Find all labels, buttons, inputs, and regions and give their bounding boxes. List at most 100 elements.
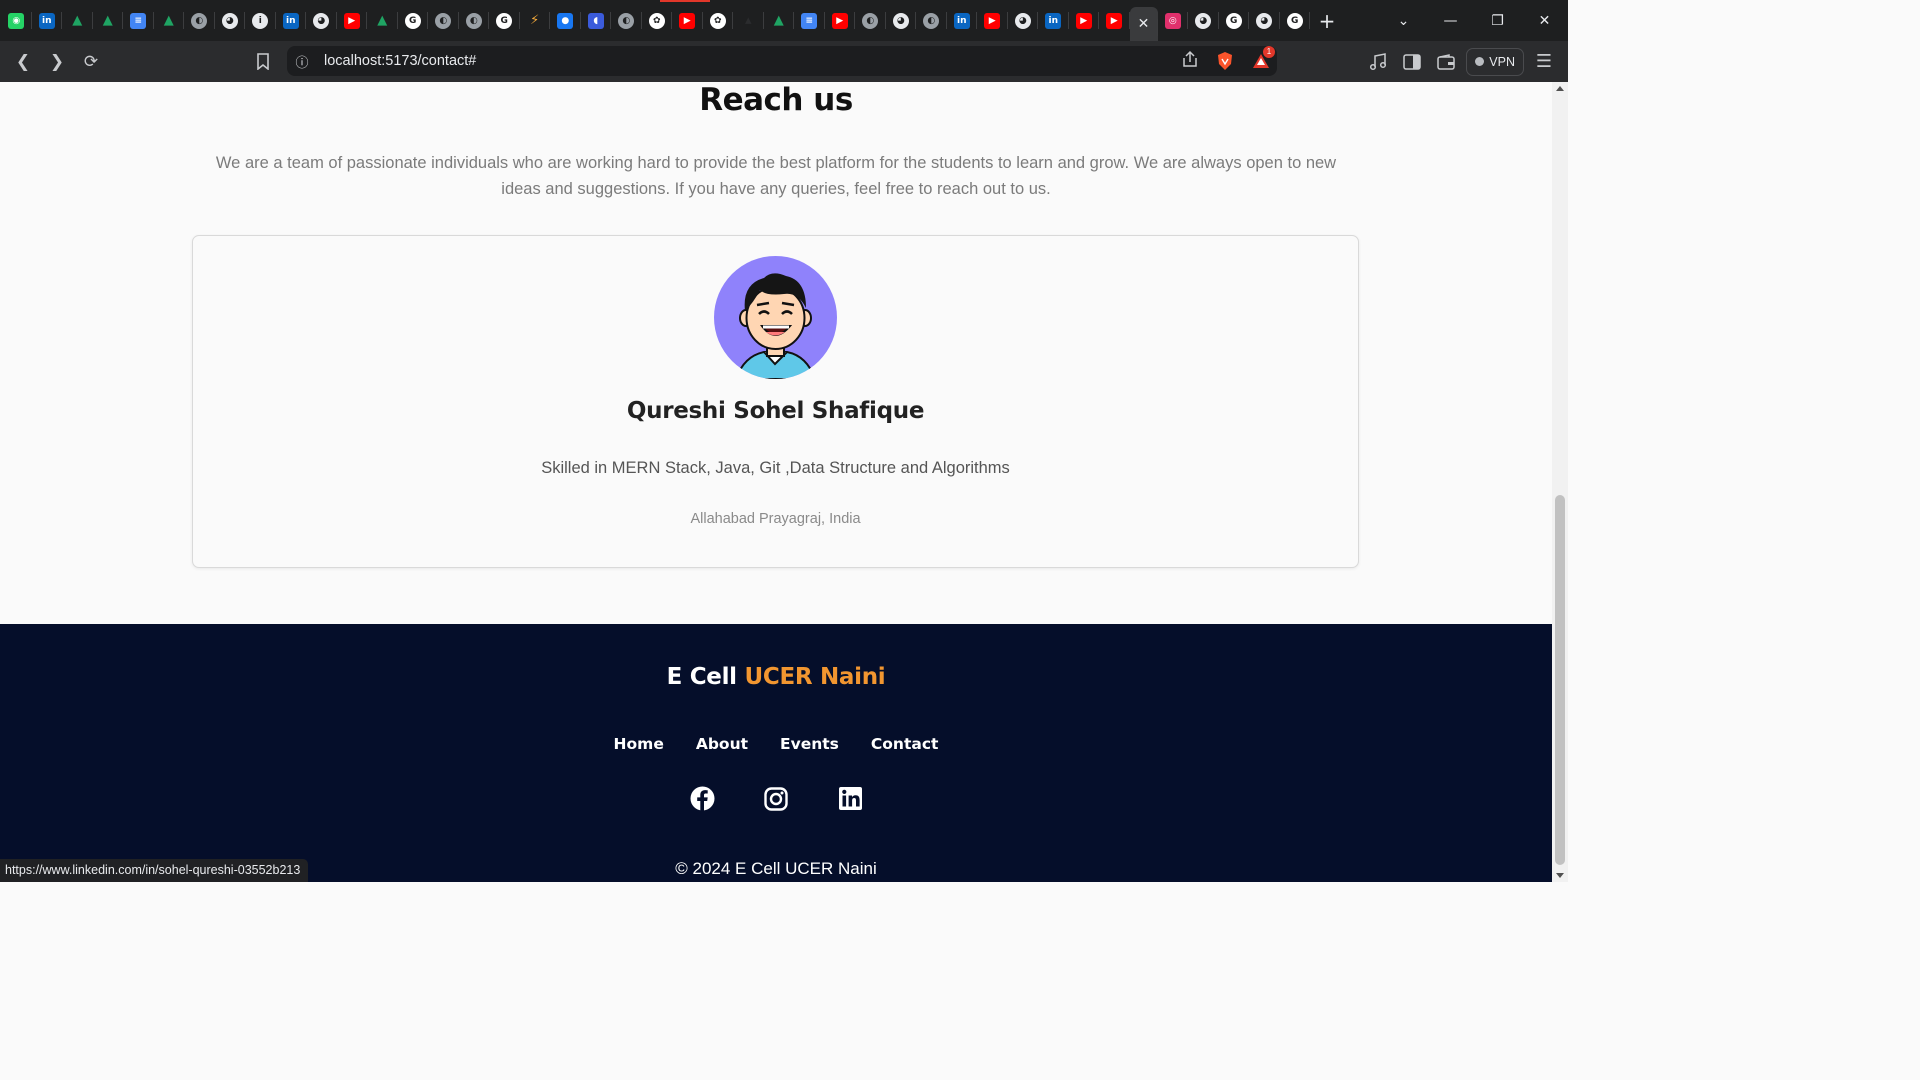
sidebar-icon[interactable] [1398, 48, 1426, 76]
tab[interactable]: in [32, 0, 62, 41]
tab[interactable]: ◎ [1158, 0, 1188, 41]
tab[interactable]: ◕ [1188, 0, 1219, 41]
minimize-button[interactable]: — [1427, 0, 1474, 41]
tab[interactable]: ▶ [977, 0, 1008, 41]
tab[interactable]: ▲ [367, 0, 398, 41]
tab[interactable]: ▶ [1099, 0, 1130, 41]
brave-rewards-icon[interactable]: 1 [1251, 46, 1275, 71]
address-bar-url[interactable]: localhost:5173/contact# [324, 53, 476, 69]
tab[interactable]: in [276, 0, 306, 41]
page-scrollbar[interactable] [1552, 82, 1568, 882]
scroll-down-arrow-icon[interactable] [1556, 873, 1564, 878]
tab[interactable]: ▶ [825, 0, 855, 41]
close-icon[interactable]: ✕ [1136, 16, 1152, 32]
tab[interactable]: ◕ [1008, 0, 1038, 41]
globe-icon: ◐ [435, 12, 452, 29]
google-icon: G [496, 12, 513, 29]
tab[interactable]: ◐ [916, 0, 947, 41]
vpn-button[interactable]: VPN [1466, 47, 1524, 76]
info-icon: i [252, 12, 269, 29]
tab[interactable]: ✿ [642, 0, 672, 41]
globe-icon: ◐ [862, 12, 879, 29]
tab[interactable]: ▶ [337, 0, 367, 41]
tab[interactable]: ≡ [123, 0, 154, 41]
reload-button[interactable]: ⟳ [74, 47, 108, 77]
browser-tab-strip: ◉ in ▲ ▲ ≡ ▲ ◐ ◕ i in ◕ ▶ ▲ G ◐ ◐ G ⚡ ● ◖ ◐ ✿ ▶ ✿ ▴ ▲ ≡ ▶ ◐ ◕ ◐ in ▶ ◕ in ▶… [0, 0, 1568, 41]
tab[interactable]: ◐ [611, 0, 642, 41]
tab[interactable]: ● [550, 0, 581, 41]
close-window-button[interactable]: ✕ [1521, 0, 1568, 41]
google-drive-icon: ▲ [377, 13, 388, 28]
globe-icon: ◐ [465, 12, 482, 29]
tab[interactable]: ◐ [459, 0, 489, 41]
youtube-icon: ▶ [831, 12, 848, 29]
tab[interactable]: G [1280, 0, 1310, 41]
google-icon: G [1286, 12, 1303, 29]
scrollbar-thumb[interactable] [1555, 495, 1565, 865]
app-icon: ◖ [587, 12, 604, 29]
tab[interactable]: ◖ [581, 0, 611, 41]
footer-nav-about[interactable]: About [696, 735, 748, 753]
forward-button[interactable]: ❯ [40, 47, 74, 77]
scroll-up-arrow-icon[interactable] [1556, 86, 1564, 91]
tab[interactable]: ◐ [428, 0, 459, 41]
site-info-icon[interactable]: ⓘ [287, 52, 317, 71]
wallet-icon[interactable] [1432, 48, 1460, 76]
tab[interactable]: ▲ [154, 0, 184, 41]
tab[interactable]: i [245, 0, 276, 41]
tab[interactable]: ▶ [1069, 0, 1099, 41]
tab[interactable]: ⚡ [520, 0, 550, 41]
brave-shields-icon[interactable] [1215, 51, 1235, 71]
back-button[interactable]: ❮ [6, 47, 40, 77]
tab[interactable]: ◕ [215, 0, 245, 41]
bookmark-icon[interactable] [253, 49, 273, 73]
tab-search-chevron-down-icon[interactable]: ⌄ [1380, 0, 1427, 41]
tab[interactable]: ▲ [764, 0, 794, 41]
menu-hamburger-icon[interactable]: ☰ [1530, 48, 1558, 76]
messenger-icon: ● [557, 12, 574, 29]
media-music-icon[interactable] [1364, 48, 1392, 76]
github-icon: ◕ [221, 12, 238, 29]
tab[interactable]: ◕ [886, 0, 916, 41]
new-tab-button[interactable]: + [1310, 0, 1344, 41]
chatgpt-icon: ✿ [709, 12, 726, 29]
maximize-button[interactable]: ❐ [1474, 0, 1521, 41]
instagram-icon[interactable] [764, 786, 789, 811]
footer-nav-home[interactable]: Home [614, 735, 664, 753]
tab[interactable]: ◐ [184, 0, 215, 41]
address-bar[interactable]: ⓘ localhost:5173/contact# 1 [287, 46, 1277, 76]
linkedin-icon: in [282, 12, 299, 29]
tab[interactable]: G [398, 0, 428, 41]
github-icon: ◕ [1014, 12, 1031, 29]
tab[interactable]: ◉ [1, 0, 32, 41]
globe-icon: ◐ [923, 12, 940, 29]
github-icon: ◕ [313, 12, 330, 29]
tab[interactable]: ▲ [62, 0, 93, 41]
tab[interactable]: ◐ [855, 0, 886, 41]
tab[interactable]: ◕ [306, 0, 337, 41]
brand-accent: UCER Naini [744, 664, 886, 690]
tab[interactable]: ◕ [1249, 0, 1280, 41]
linkedin-icon: in [38, 12, 55, 29]
member-location: Allahabad Prayagraj, India [690, 511, 861, 527]
tab[interactable]: in [947, 0, 977, 41]
tab[interactable]: in [1038, 0, 1069, 41]
google-docs-icon: ≡ [801, 12, 818, 29]
footer-nav: Home About Events Contact [0, 735, 1552, 753]
tab[interactable]: ▶ [672, 0, 703, 41]
google-drive-icon: ▲ [773, 13, 784, 28]
tab[interactable]: ✿ [703, 0, 733, 41]
footer-nav-events[interactable]: Events [780, 735, 839, 753]
tab[interactable]: ▴ [733, 0, 764, 41]
linkedin-icon[interactable] [838, 786, 863, 811]
tab[interactable]: G [1219, 0, 1249, 41]
tab[interactable]: G [489, 0, 520, 41]
facebook-icon[interactable] [690, 786, 715, 811]
globe-icon: ◐ [191, 12, 208, 29]
tab-active[interactable]: ✕ [1129, 7, 1158, 41]
share-icon[interactable] [1181, 50, 1199, 73]
dark-site-icon: ▴ [744, 13, 752, 28]
footer-nav-contact[interactable]: Contact [871, 735, 939, 753]
tab[interactable]: ≡ [794, 0, 825, 41]
tab[interactable]: ▲ [93, 0, 123, 41]
